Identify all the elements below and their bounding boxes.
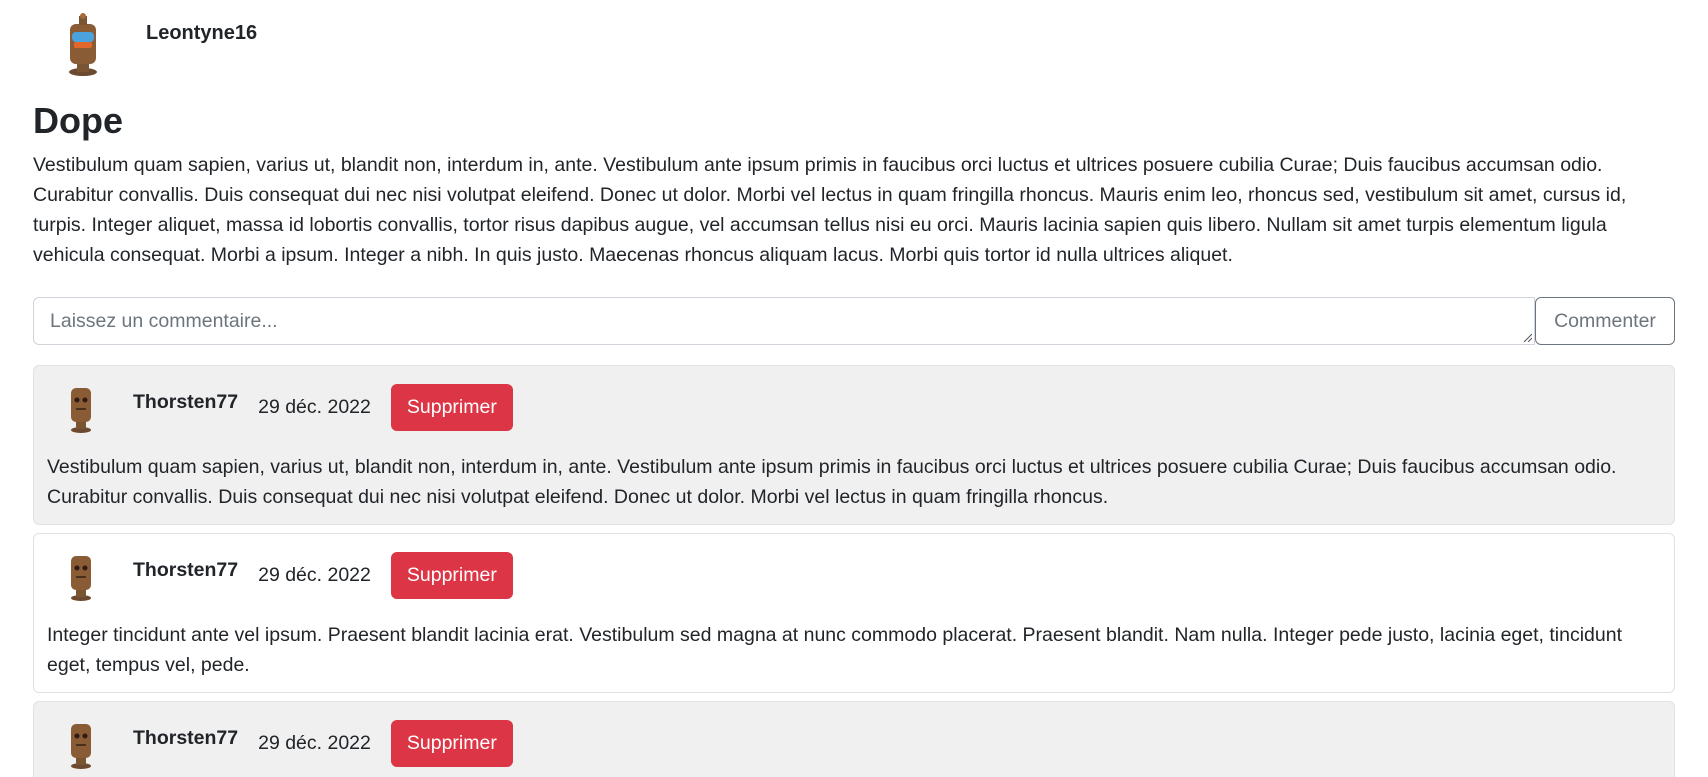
comment-username[interactable]: Thorsten77 bbox=[133, 559, 238, 582]
robot-avatar-icon bbox=[50, 12, 116, 78]
comment-header: Thorsten77 29 déc. 2022 Supprimer bbox=[47, 716, 1661, 770]
delete-comment-button[interactable]: Supprimer bbox=[390, 719, 513, 767]
comment-form: Laissez un commentaire... Commenter bbox=[33, 297, 1675, 346]
post-author: Leontyne16 bbox=[33, 0, 1675, 86]
comment-date: 29 déc. 2022 bbox=[258, 563, 371, 586]
robot-avatar-icon bbox=[57, 548, 105, 602]
post-body: Vestibulum quam sapien, varius ut, bland… bbox=[33, 154, 1627, 267]
comment-header: Thorsten77 29 déc. 2022 Supprimer bbox=[47, 380, 1661, 434]
comment-submit-button[interactable]: Commenter bbox=[1535, 297, 1675, 346]
comment-username[interactable]: Thorsten77 bbox=[133, 727, 238, 750]
comment-header: Thorsten77 29 déc. 2022 Supprimer bbox=[47, 548, 1661, 602]
comment-date: 29 déc. 2022 bbox=[258, 395, 371, 418]
resize-grip-icon[interactable] bbox=[1522, 332, 1532, 343]
comment-input[interactable]: Laissez un commentaire... bbox=[33, 297, 1535, 346]
delete-comment-button[interactable]: Supprimer bbox=[390, 383, 513, 431]
post-title: Dope bbox=[33, 100, 123, 141]
comment-card: Thorsten77 29 déc. 2022 Supprimer bbox=[33, 701, 1675, 777]
comment-list: Thorsten77 29 déc. 2022 Supprimer Vestib… bbox=[33, 365, 1675, 777]
comment-text: Vestibulum quam sapien, varius ut, bland… bbox=[47, 456, 1617, 509]
comment-input-placeholder: Laissez un commentaire... bbox=[50, 310, 278, 333]
comment-text: Integer tincidunt ante vel ipsum. Praese… bbox=[47, 624, 1623, 677]
post-author-name[interactable]: Leontyne16 bbox=[146, 22, 257, 45]
comment-card: Thorsten77 29 déc. 2022 Supprimer Vestib… bbox=[33, 365, 1675, 526]
comment-card: Thorsten77 29 déc. 2022 Supprimer Intege… bbox=[33, 533, 1675, 694]
comment-username[interactable]: Thorsten77 bbox=[133, 391, 238, 414]
comment-date: 29 déc. 2022 bbox=[258, 731, 371, 754]
robot-avatar-icon bbox=[57, 716, 105, 770]
robot-avatar-icon bbox=[57, 380, 105, 434]
delete-comment-button[interactable]: Supprimer bbox=[390, 551, 513, 599]
post-page: Leontyne16 Dope Vestibulum quam sapien, … bbox=[0, 0, 1708, 777]
